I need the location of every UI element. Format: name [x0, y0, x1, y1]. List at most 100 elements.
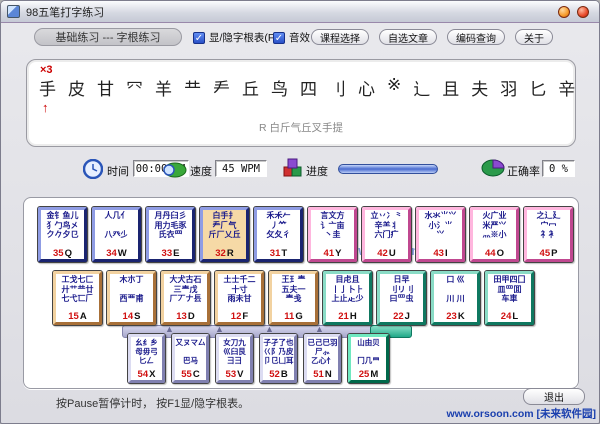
practice-char: 羊: [155, 75, 172, 100]
key-label: 52B: [269, 369, 287, 381]
key-label: 14S: [123, 311, 141, 323]
key-label: 51N: [313, 369, 331, 381]
key-label: 12F: [231, 311, 248, 323]
time-label: 时间: [107, 163, 129, 179]
key-X: 幺纟乡母毋弓匕𠃋54X: [127, 333, 166, 384]
key-roots: 土士千二十𠦂寸雨未甘: [217, 274, 262, 304]
key-U: 立丷冫⺀辛⺷丬六门疒42U: [361, 206, 412, 263]
key-D: 大犬古石三龶戊厂丆ナ镸13D: [160, 270, 211, 326]
key-W: 人几亻 八癶𣥂34W: [91, 206, 142, 263]
toolbar-button-3[interactable]: 编码查询: [447, 29, 505, 45]
accuracy-value: 0 %: [542, 160, 575, 177]
key-label: 22J: [393, 311, 410, 323]
toolbar-button-1[interactable]: 课程选择: [311, 29, 369, 45]
key-face: 日早刂リ刂曰罒虫22J: [379, 274, 424, 323]
key-Y: 言文方讠亠亩丶圭41Y: [307, 206, 358, 263]
practice-char: 皮: [68, 75, 85, 100]
practice-char: 匕: [529, 75, 546, 100]
key-face: 之辶廴宀冖礻衤 45P: [526, 210, 571, 260]
key-label: 53V: [226, 369, 244, 381]
progress-label: 进度: [306, 163, 328, 179]
key-A: 工戈七匚廾艹龷廿七弋匸𠂆15A: [52, 270, 103, 326]
key-T: 禾𥝌𠂉丿⺮攵夂彳 31T: [253, 206, 304, 263]
key-label: 21H: [338, 311, 356, 323]
toolbar-button-2[interactable]: 自选文章: [379, 29, 437, 45]
key-label: 31T: [270, 248, 287, 260]
key-face: 女刀九巛臼艮彐⺕ 53V: [218, 337, 251, 381]
practice-char: 丘: [242, 75, 259, 100]
key-face: 月丹臼彡用力毛豕氏衣⺲33E: [148, 210, 193, 260]
key-E: 月丹臼彡用力毛豕氏衣⺲33E: [145, 206, 196, 263]
app-icon: [7, 5, 20, 18]
key-I: 水氺⺌⺍小氵⺌⺍ 43I: [415, 206, 466, 263]
window-title: 98五笔打字练习: [26, 4, 104, 20]
key-V: 女刀九巛臼艮彐⺕ 53V: [215, 333, 254, 384]
key-face: 又ヌマ厶 巴马 55C: [174, 337, 207, 381]
close-button[interactable]: [577, 6, 589, 18]
key-label: 13D: [176, 311, 194, 323]
progress-blocks-icon: [283, 157, 303, 178]
key-face: 山由贝 冂几⺜25M: [350, 337, 387, 381]
key-label: 55C: [181, 369, 199, 381]
key-roots: 之辶廴宀冖礻衤: [526, 210, 571, 240]
practice-char: 且: [442, 75, 459, 100]
key-face: 言文方讠亠亩丶圭41Y: [310, 210, 355, 260]
key-roots: 水氺⺌⺍小氵⺌⺍: [418, 210, 463, 240]
key-roots: 王⺩龶五夫一龶戋: [271, 274, 316, 304]
key-face: 口 巛 川 川23K: [433, 274, 478, 323]
key-B: 子孑了也巜阝乃皮卩㔾凵耳52B: [259, 333, 298, 384]
checkbox-sound[interactable]: 音效: [273, 30, 310, 45]
key-label: 44O: [485, 248, 504, 260]
key-L: 田甲四囗皿罒囬车車 24L: [484, 270, 535, 326]
site-watermark: www.orsoon.com [未来软件园]: [446, 406, 596, 421]
practice-char: 刂: [329, 75, 346, 100]
key-roots: 已己巳羽尸𡰣⺗乙心忄: [306, 337, 339, 365]
key-label: 33E: [162, 248, 180, 260]
speed-icon: [161, 161, 187, 178]
app-window: 98五笔打字练习 基础练习 --- 字根练习 显/隐字根表(F1) 音效 课程选…: [0, 0, 600, 424]
key-H: 目虍且丨亅卜⺊上止龰少21H: [322, 270, 373, 326]
key-roots: 立丷冫⺀辛⺷丬六门疒: [364, 210, 409, 240]
key-face: 火广业米严⺍灬※小44O: [472, 210, 517, 260]
key-face: 王⺩龶五夫一龶戋11G: [271, 274, 316, 323]
title-bar: 98五笔打字练习: [1, 1, 599, 23]
key-roots: 又ヌマ厶 巴马: [174, 337, 207, 365]
practice-char: 鸟: [271, 75, 288, 100]
key-P: 之辶廴宀冖礻衤 45P: [523, 206, 574, 263]
accuracy-label: 正确率: [507, 163, 540, 179]
key-label: 43I: [433, 248, 447, 260]
key-roots: 人几亻 八癶𣥂: [94, 210, 139, 240]
key-roots: 工戈七匚廾艹龷廿七弋匸𠂆: [55, 274, 100, 304]
mode-label[interactable]: 基础练习 --- 字根练习: [34, 28, 182, 46]
key-face: 田甲四囗皿罒囬车車 24L: [487, 274, 532, 323]
clock-icon: [83, 159, 103, 179]
practice-char: 手: [39, 75, 56, 100]
key-roots: 女刀九巛臼艮彐⺕: [218, 337, 251, 365]
minimize-button[interactable]: [558, 6, 570, 18]
key-R: 白手扌龵𠂆气斤厂乂丘32R: [199, 206, 250, 263]
practice-char: 辶: [413, 75, 430, 100]
key-label: 24L: [501, 311, 518, 323]
checkbox-checked-icon[interactable]: [193, 32, 205, 44]
progress-bar: [338, 164, 438, 174]
key-face: 立丷冫⺀辛⺷丬六门疒42U: [364, 210, 409, 260]
toolbar-button-4[interactable]: 关于: [515, 29, 553, 45]
key-roots: 田甲四囗皿罒囬车車: [487, 274, 532, 304]
key-Q: 金钅鱼儿犭勹鸟㐅ク𠂊夕㔾35Q: [37, 206, 88, 263]
practice-char: 心: [358, 75, 375, 100]
key-M: 山由贝 冂几⺜25M: [347, 333, 390, 384]
key-roots: 禾𥝌𠂉丿⺮攵夂彳: [256, 210, 301, 240]
key-O: 火广业米严⺍灬※小44O: [469, 206, 520, 263]
key-G: 王⺩龶五夫一龶戋11G: [268, 270, 319, 326]
key-roots: 金钅鱼儿犭勹鸟㐅ク𠂊夕㔾: [40, 210, 85, 240]
checkbox-checked-icon[interactable]: [273, 32, 285, 44]
checkbox-show-roots[interactable]: 显/隐字根表(F1): [193, 30, 284, 45]
practice-char: ※: [387, 75, 401, 100]
key-face: 木朩丁 西覀甫14S: [109, 274, 154, 323]
key-J: 日早刂リ刂曰罒虫22J: [376, 270, 427, 326]
practice-char: 龷: [184, 75, 201, 100]
key-label: 41Y: [324, 248, 342, 260]
exit-button[interactable]: 退出: [523, 388, 585, 405]
key-face: 大犬古石三龶戊厂丆ナ镸13D: [163, 274, 208, 323]
key-label: 45P: [540, 248, 558, 260]
